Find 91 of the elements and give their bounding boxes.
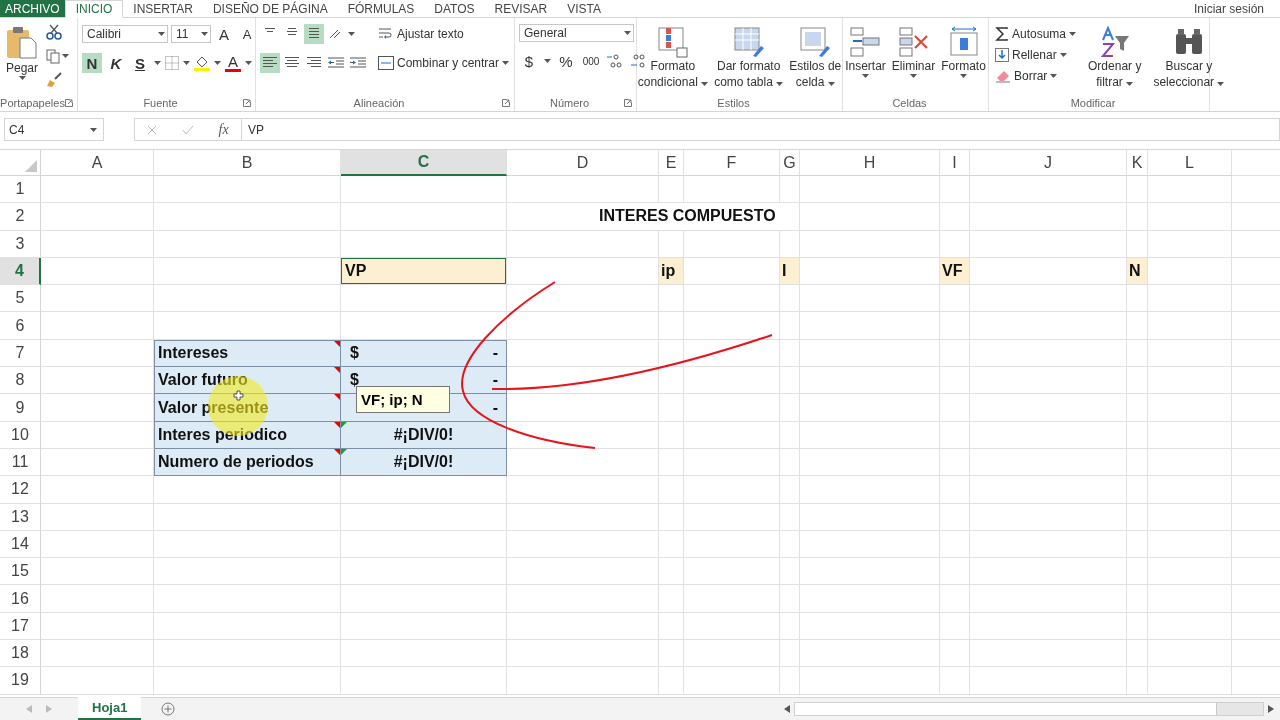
number-format-dropdown[interactable]: General xyxy=(519,24,634,42)
ribbon-tab[interactable]: INICIO xyxy=(64,0,124,18)
sheet-title: INTERES COMPUESTO xyxy=(507,203,800,231)
cell-styles-button[interactable]: Estilos de celda xyxy=(787,24,844,95)
row-header[interactable]: 12 xyxy=(0,476,41,504)
group-label: Estilos xyxy=(717,97,750,109)
font-color-button[interactable]: A xyxy=(225,54,241,72)
italic-button[interactable]: K xyxy=(106,53,126,73)
column-header[interactable]: A xyxy=(41,150,154,176)
highlighted-cell[interactable]: I xyxy=(780,257,799,285)
label-cell: Valor futuro xyxy=(154,367,341,395)
clear-button[interactable]: Borrar xyxy=(993,66,1060,86)
ribbon-tab[interactable]: ARCHIVO xyxy=(0,0,65,17)
ribbon-tab[interactable]: REVISAR xyxy=(484,0,558,17)
row-header[interactable]: 19 xyxy=(0,667,41,695)
formula-field[interactable]: VP xyxy=(241,118,1280,141)
column-header[interactable]: I xyxy=(940,150,970,176)
row-header[interactable]: 16 xyxy=(0,585,41,613)
highlighted-cell[interactable]: N xyxy=(1127,257,1147,285)
ribbon-tab[interactable]: DATOS xyxy=(424,0,485,17)
column-header[interactable]: H xyxy=(800,150,940,176)
conditional-format-button[interactable]: Formato condicional xyxy=(635,24,711,95)
shrink-font-button[interactable]: A xyxy=(237,24,257,44)
sheet-tab[interactable]: Hoja1 xyxy=(78,697,142,720)
row-header[interactable]: 13 xyxy=(0,503,41,531)
label-cell: Numero de periodos xyxy=(154,448,341,477)
bold-button[interactable]: N xyxy=(82,53,102,73)
currency-button[interactable]: $ xyxy=(519,51,539,71)
ribbon-tab[interactable]: INSERTAR xyxy=(123,0,203,17)
ribbon-tab[interactable]: FÓRMULAS xyxy=(337,0,425,17)
grow-font-button[interactable]: A xyxy=(214,24,234,44)
delete-button[interactable]: Eliminar xyxy=(889,24,938,95)
error-cell: #¡DIV/0! xyxy=(341,448,507,477)
name-box[interactable]: C4 xyxy=(4,118,104,141)
highlighted-cell[interactable]: VP xyxy=(341,257,506,285)
row-header[interactable]: 7 xyxy=(0,339,41,368)
label-cell: Intereses xyxy=(154,339,341,368)
group-label: Número xyxy=(549,97,590,109)
label-cell: Interes periodico xyxy=(154,421,341,449)
row-header[interactable]: 3 xyxy=(0,230,41,258)
format-button[interactable]: Formato xyxy=(939,24,988,95)
row-header[interactable]: 1 xyxy=(0,176,41,204)
row-header[interactable]: 17 xyxy=(0,612,41,641)
highlighted-cell[interactable]: VF xyxy=(940,257,969,285)
group-label: Fuente xyxy=(143,97,178,109)
insert-function-button[interactable]: fx xyxy=(218,121,229,138)
group-label: Celdas xyxy=(892,97,927,109)
font-size-dropdown[interactable]: 11 xyxy=(171,25,211,43)
column-header[interactable]: J xyxy=(970,150,1127,176)
column-header[interactable]: D xyxy=(507,150,659,176)
wrap-text-button[interactable]: Ajustar texto xyxy=(376,24,466,44)
row-header[interactable]: 18 xyxy=(0,640,41,668)
format-as-table-button[interactable]: Dar formato como tabla xyxy=(712,24,786,95)
column-header[interactable]: C xyxy=(341,150,507,176)
ribbon-tab[interactable]: VISTA xyxy=(557,0,612,17)
insert-button[interactable]: Insertar xyxy=(843,24,888,95)
row-header[interactable]: 4 xyxy=(0,257,41,286)
group-label: Modificar xyxy=(1070,97,1116,109)
column-header[interactable]: K xyxy=(1127,150,1148,176)
find-select-button[interactable]: Buscar y seleccionar xyxy=(1151,24,1227,95)
highlighted-cell[interactable]: ip xyxy=(659,257,683,285)
group-label: Portapapeles xyxy=(0,97,65,109)
row-header[interactable]: 14 xyxy=(0,530,41,559)
row-header[interactable]: 8 xyxy=(0,367,41,395)
ribbon-tab[interactable]: DISEÑO DE PÁGINA xyxy=(202,0,338,17)
percent-button[interactable]: % xyxy=(556,51,576,71)
group-label: Alineación xyxy=(353,97,405,109)
column-header[interactable]: F xyxy=(684,150,780,176)
error-cell: #¡DIV/0! xyxy=(341,421,507,449)
row-header[interactable]: 10 xyxy=(0,421,41,449)
row-header[interactable]: 9 xyxy=(0,394,41,422)
thousands-button[interactable]: 000 xyxy=(581,51,601,71)
argument-tooltip: VF; ip; N xyxy=(356,386,450,413)
column-header[interactable]: E xyxy=(659,150,684,176)
fill-button[interactable]: Rellenar xyxy=(993,45,1069,65)
paste-button[interactable]: Pegar xyxy=(4,24,41,95)
underline-button[interactable]: S xyxy=(130,53,150,73)
merge-center-button[interactable]: Combinar y centrar xyxy=(376,53,512,73)
column-header[interactable]: B xyxy=(154,150,341,176)
autosum-button[interactable]: Autosuma xyxy=(993,24,1079,44)
sign-in-link[interactable]: Iniciar sesión xyxy=(1185,0,1280,17)
row-header[interactable]: 6 xyxy=(0,312,41,340)
value-cell: $ - xyxy=(341,339,507,368)
column-header[interactable]: L xyxy=(1148,150,1232,176)
row-header[interactable]: 2 xyxy=(0,203,41,231)
row-header[interactable]: 15 xyxy=(0,558,41,586)
sort-filter-button[interactable]: Ordenar y filtrar xyxy=(1086,24,1144,95)
column-header[interactable]: G xyxy=(780,150,800,176)
row-header[interactable]: 11 xyxy=(0,448,41,477)
row-header[interactable]: 5 xyxy=(0,285,41,313)
font-name-dropdown[interactable]: Calibri xyxy=(82,25,168,43)
